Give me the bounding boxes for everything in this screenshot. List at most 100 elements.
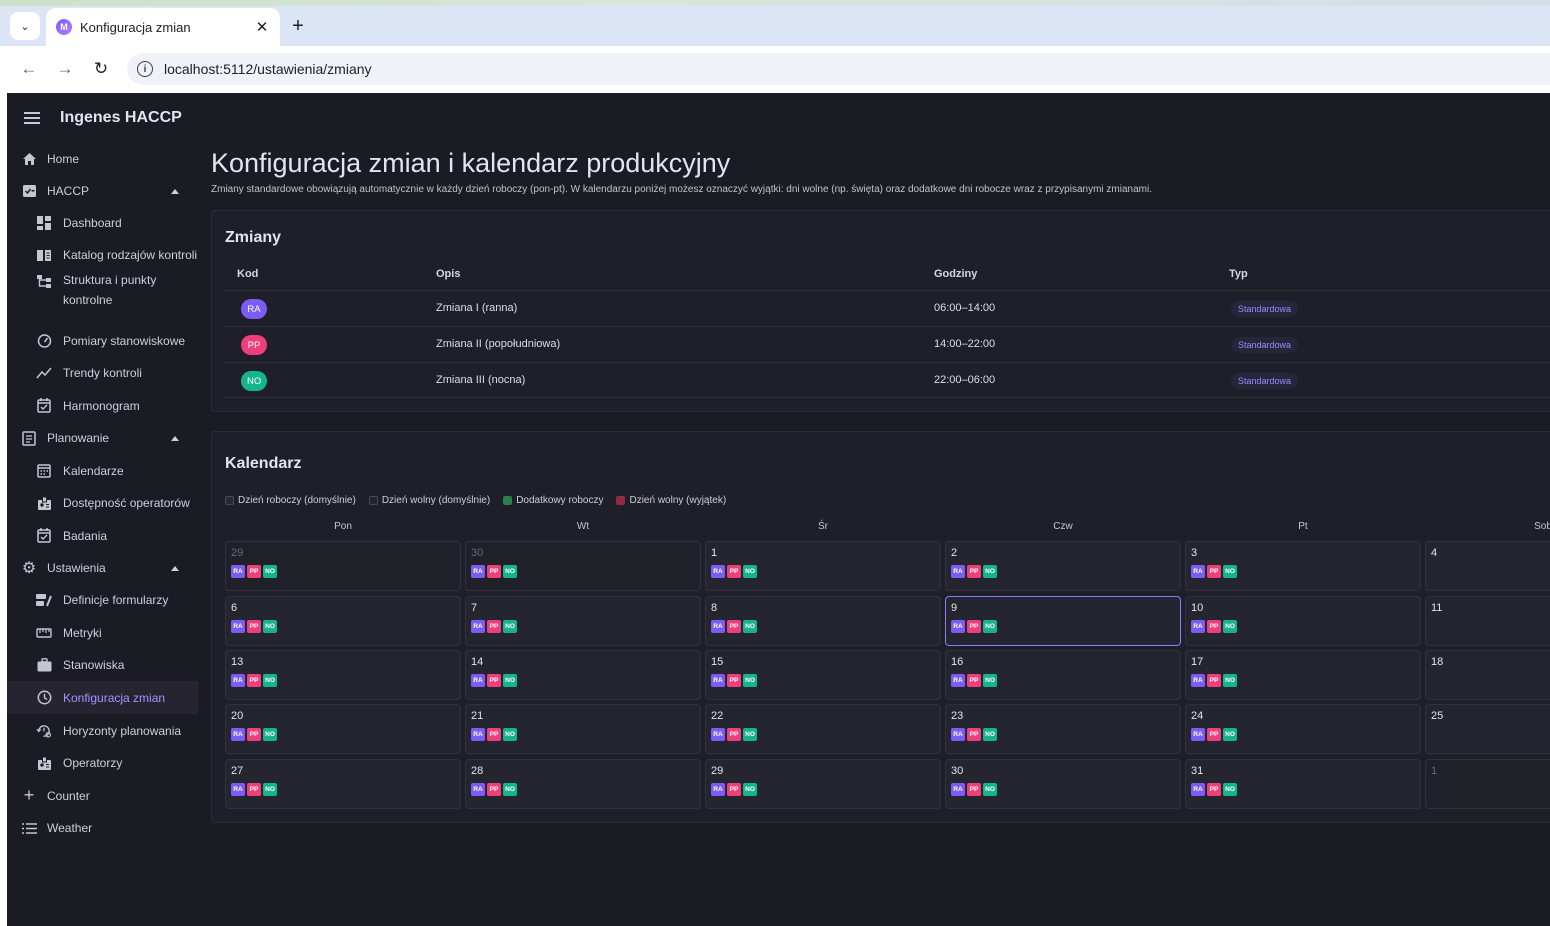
sidebar-item-weather[interactable]: Weather — [7, 812, 198, 844]
calendar-day-cell[interactable]: 30 RA PP NO — [465, 541, 701, 591]
shift-type-chip: Standardowa — [1231, 337, 1299, 353]
calendar-day-cell[interactable]: 24 RA PP NO — [1185, 704, 1421, 754]
day-number: 21 — [471, 710, 484, 722]
url-text[interactable]: localhost:5112/ustawienia/zmiany — [164, 61, 372, 77]
forward-arrow-icon[interactable]: → — [52, 56, 78, 82]
day-number: 20 — [231, 710, 244, 722]
calendar-day-cell[interactable]: 15 RA PP NO — [705, 650, 941, 700]
browser-tab-title: Konfiguracja zmian — [80, 19, 191, 35]
calendar-day-cell[interactable]: 9 RA PP NO — [945, 596, 1181, 646]
calendar-day-cell[interactable]: 10 RA PP NO — [1185, 596, 1421, 646]
shift-mini-chip: PP — [247, 620, 261, 633]
calendar-day-cell[interactable]: 23 RA PP NO — [945, 704, 1181, 754]
chevron-up-icon[interactable] — [171, 565, 179, 571]
shift-mini-chip: NO — [743, 620, 757, 633]
sidebar-item-home[interactable]: Home — [7, 143, 198, 175]
sidebar-item-pomiary[interactable]: Pomiary stanowiskowe — [7, 325, 198, 357]
calendar-day-cell[interactable]: 6 RA PP NO — [225, 596, 461, 646]
calendar-day-cell[interactable]: 18 — [1425, 650, 1550, 700]
calendar-day-cell[interactable]: 14 RA PP NO — [465, 650, 701, 700]
sidebar-item-dostepnosc[interactable]: Dostępność operatorów — [7, 487, 198, 519]
calendar-day-cell[interactable]: 17 RA PP NO — [1185, 650, 1421, 700]
calendar-day-cell[interactable]: 7 RA PP NO — [465, 596, 701, 646]
sidebar-item-struktura[interactable]: Struktura i punkty kontrolne — [7, 271, 198, 311]
calendar-day-cell[interactable]: 28 RA PP NO — [465, 759, 701, 809]
chevron-up-icon[interactable] — [171, 188, 179, 194]
shift-mini-chip: RA — [471, 565, 485, 578]
calendar-day-cell[interactable]: 31 RA PP NO — [1185, 759, 1421, 809]
ruler-icon — [36, 625, 52, 641]
calendar-day-cell[interactable]: 3 RA PP NO — [1185, 541, 1421, 591]
back-arrow-icon[interactable]: ← — [16, 56, 42, 82]
sidebar-item-operatorzy[interactable]: Operatorzy — [7, 747, 198, 779]
shift-hours: 14:00–22:00 — [934, 338, 996, 350]
sidebar-item-dashboard[interactable]: Dashboard — [7, 207, 198, 239]
sidebar-item-harmonogram[interactable]: Harmonogram — [7, 389, 198, 422]
calendar-day-cell[interactable]: 8 RA PP NO — [705, 596, 941, 646]
tab-search-button[interactable]: ⌄ — [10, 12, 40, 40]
shift-description: Zmiana I (ranna) — [436, 302, 518, 314]
day-shift-chips: RA PP NO — [471, 728, 517, 741]
day-number: 1 — [1431, 765, 1438, 777]
calendar-day-cell[interactable]: 2 RA PP NO — [945, 541, 1181, 591]
sidebar-item-kalendarze[interactable]: Kalendarze — [7, 454, 198, 487]
calendar-day-cell[interactable]: 29 RA PP NO — [225, 541, 461, 591]
sidebar-item-definicje[interactable]: Definicje formularzy — [7, 584, 198, 616]
briefcase-icon — [36, 657, 52, 673]
calendar-day-cell[interactable]: 4 — [1425, 541, 1550, 591]
shift-mini-chip: RA — [951, 674, 965, 687]
calendar-day-cell[interactable]: 16 RA PP NO — [945, 650, 1181, 700]
sidebar-group-ustawienia[interactable]: ⚙ Ustawienia — [7, 552, 198, 584]
shift-mini-chip: NO — [263, 565, 277, 578]
sidebar-item-counter[interactable]: + Counter — [7, 779, 198, 812]
hamburger-menu-icon[interactable] — [24, 107, 46, 129]
calendar-day-cell[interactable]: 13 RA PP NO — [225, 650, 461, 700]
sidebar-item-metryki[interactable]: Metryki — [7, 616, 198, 649]
table-row[interactable]: NO Zmiana III (nocna) 22:00–06:00 Standa… — [225, 362, 1550, 398]
calendar-day-cell[interactable]: 11 — [1425, 596, 1550, 646]
calendar-day-cell[interactable]: 27 RA PP NO — [225, 759, 461, 809]
sidebar-group-haccp[interactable]: HACCP — [7, 175, 198, 207]
calendar-day-cell[interactable]: 25 — [1425, 704, 1550, 754]
calendar-day-cell[interactable]: 22 RA PP NO — [705, 704, 941, 754]
calendar-day-cell[interactable]: 1 RA PP NO — [705, 541, 941, 591]
site-info-icon[interactable]: i — [137, 61, 153, 77]
chevron-up-icon[interactable] — [171, 435, 179, 441]
shift-mini-chip: NO — [263, 728, 277, 741]
sidebar-item-horyzonty[interactable]: Horyzonty planowania — [7, 714, 198, 747]
sidebar-group-planowanie[interactable]: Planowanie — [7, 422, 198, 454]
legend-item: Dzień wolny (domyślnie) — [368, 495, 490, 506]
table-row[interactable]: RA Zmiana I (ranna) 06:00–14:00 Standard… — [225, 290, 1550, 326]
new-tab-button[interactable]: + — [286, 14, 310, 38]
calendar-day-cell[interactable]: 20 RA PP NO — [225, 704, 461, 754]
sidebar-item-stanowiska[interactable]: Stanowiska — [7, 649, 198, 681]
day-number: 11 — [1431, 602, 1443, 614]
address-bar[interactable]: i localhost:5112/ustawienia/zmiany — [127, 53, 1550, 85]
sidebar-item-label: Operatorzy — [63, 756, 123, 770]
badge-icon — [36, 495, 52, 511]
calendar-day-cell[interactable]: 1 — [1425, 759, 1550, 809]
weekday-header: Śr — [818, 521, 828, 532]
shift-mini-chip: RA — [951, 565, 965, 578]
shift-mini-chip: RA — [711, 565, 725, 578]
shift-mini-chip: NO — [263, 674, 277, 687]
sidebar-item-katalog[interactable]: Katalog rodzajów kontroli — [7, 239, 198, 271]
sidebar-item-badania[interactable]: Badania — [7, 519, 198, 552]
calendar-day-cell[interactable]: 21 RA PP NO — [465, 704, 701, 754]
day-shift-chips: RA PP NO — [1191, 783, 1237, 796]
close-tab-icon[interactable]: ✕ — [252, 17, 272, 37]
shift-mini-chip: NO — [983, 728, 997, 741]
day-number: 29 — [711, 765, 724, 777]
reload-icon[interactable]: ↻ — [88, 56, 114, 82]
calendar-day-cell[interactable]: 29 RA PP NO — [705, 759, 941, 809]
shifts-card-title: Zmiany — [225, 229, 282, 246]
browser-tab[interactable]: M Konfiguracja zmian ✕ — [46, 8, 280, 46]
sidebar-item-trendy[interactable]: Trendy kontroli — [7, 357, 198, 389]
column-header-hours: Godziny — [934, 268, 978, 280]
table-row[interactable]: PP Zmiana II (popołudniowa) 14:00–22:00 … — [225, 326, 1550, 362]
sidebar-item-konfiguracja-zmian[interactable]: Konfiguracja zmian — [7, 681, 198, 714]
legend-label: Dzień wolny (wyjątek) — [629, 495, 727, 506]
sidebar-item-label: Trendy kontroli — [63, 366, 142, 380]
dashboard-icon — [36, 215, 52, 231]
calendar-day-cell[interactable]: 30 RA PP NO — [945, 759, 1181, 809]
